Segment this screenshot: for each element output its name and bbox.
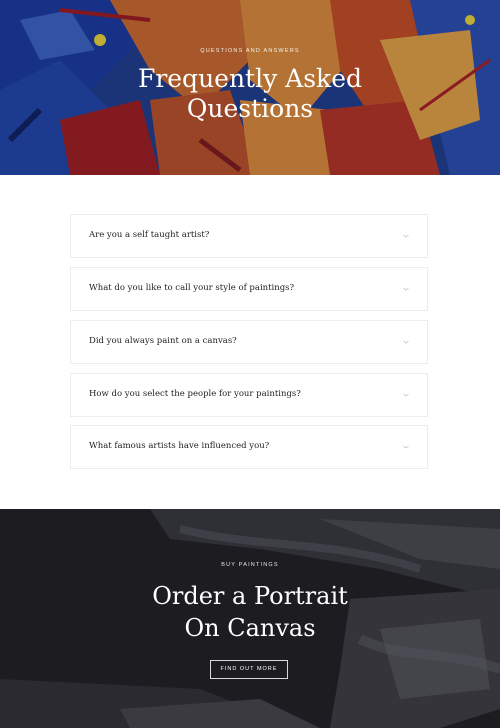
hero-title-line2: Questions	[186, 94, 314, 123]
faq-question: Did you always paint on a canvas?	[89, 336, 237, 346]
chevron-down-icon	[403, 234, 409, 238]
chevron-down-icon	[403, 287, 409, 291]
cta-title-line1: Order a Portrait	[152, 582, 348, 610]
chevron-down-icon	[403, 445, 409, 449]
hero-title-line1: Frequently Asked	[137, 64, 363, 93]
faq-question: Are you a self taught artist?	[89, 230, 210, 240]
faq-question: How do you select the people for your pa…	[89, 389, 301, 399]
faq-section: Are you a self taught artist? What do yo…	[0, 175, 500, 509]
faq-item[interactable]: What do you like to call your style of p…	[70, 267, 428, 311]
chevron-down-icon	[403, 393, 409, 397]
cta-title: Order a Portrait On Canvas	[0, 580, 500, 644]
cta-title-line2: On Canvas	[184, 614, 316, 642]
faq-item[interactable]: How do you select the people for your pa…	[70, 373, 428, 417]
hero-eyebrow: QUESTIONS AND ANSWERS	[200, 48, 300, 54]
hero-banner: QUESTIONS AND ANSWERS Frequently Asked Q…	[0, 0, 500, 175]
cta-eyebrow: BUY PAINTINGS	[221, 562, 279, 568]
faq-item[interactable]: Are you a self taught artist?	[70, 214, 428, 258]
faq-question: What famous artists have influenced you?	[89, 441, 270, 451]
find-out-more-button[interactable]: FIND OUT MORE	[210, 660, 288, 679]
hero-title: Frequently Asked Questions	[0, 64, 500, 124]
cta-banner: BUY PAINTINGS Order a Portrait On Canvas…	[0, 509, 500, 728]
faq-item[interactable]: What famous artists have influenced you?	[70, 425, 428, 469]
chevron-down-icon	[403, 340, 409, 344]
faq-question: What do you like to call your style of p…	[89, 283, 295, 293]
faq-item[interactable]: Did you always paint on a canvas?	[70, 320, 428, 364]
